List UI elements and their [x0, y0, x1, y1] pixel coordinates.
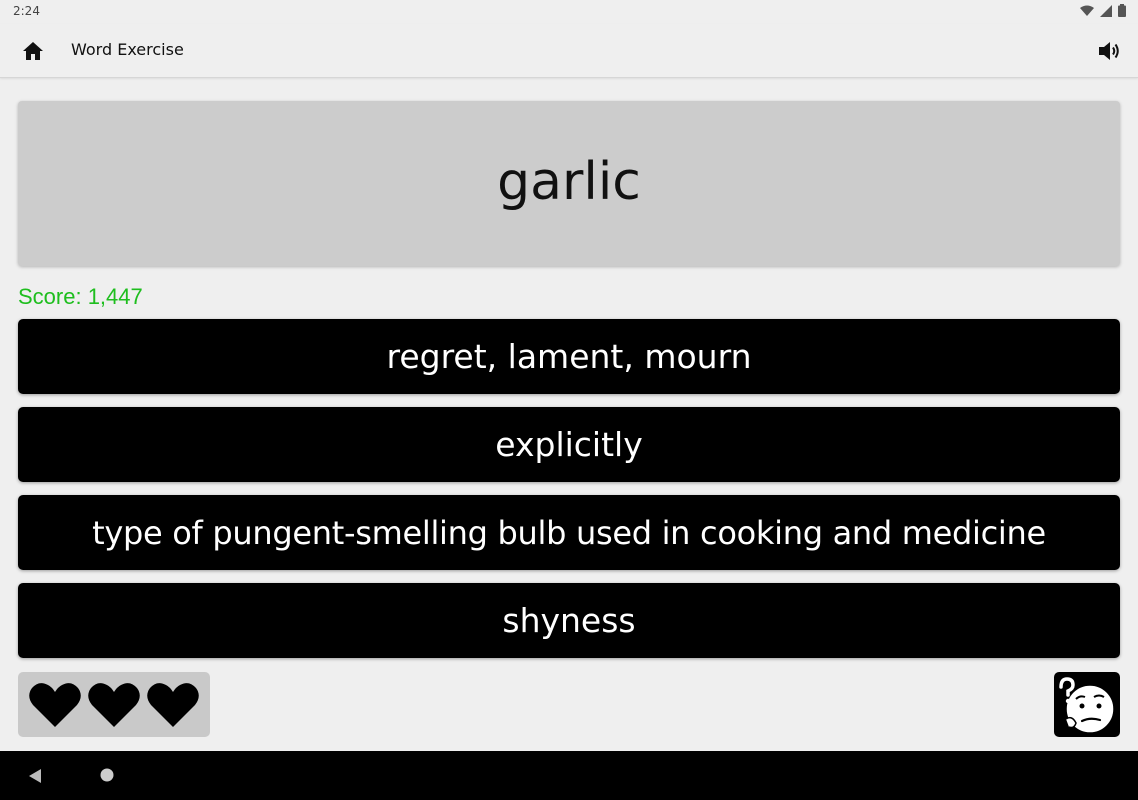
answer-button-2[interactable]: explicitly [18, 407, 1120, 482]
heart-icon [29, 682, 81, 727]
home-icon [23, 42, 43, 60]
volume-icon [1099, 42, 1119, 60]
heart-icon [88, 682, 140, 727]
hint-button[interactable] [1054, 672, 1120, 737]
answer-button-4[interactable]: shyness [18, 583, 1120, 658]
target-word: garlic [497, 151, 641, 212]
status-time: 2:24 [13, 4, 40, 18]
answer-label: explicitly [495, 425, 643, 464]
score-label: Score: 1,447 [18, 284, 143, 309]
answer-label: type of pungent-smelling bulb used in co… [92, 513, 1046, 552]
confused-face-hint-icon [1059, 676, 1115, 734]
answer-label: shyness [502, 601, 636, 640]
battery-icon [1118, 4, 1126, 17]
status-bar: 2:24 [0, 0, 1138, 24]
app-bar: Word Exercise [0, 24, 1138, 78]
answer-label: regret, lament, mourn [386, 337, 752, 376]
home-button[interactable] [18, 36, 48, 66]
app-title: Word Exercise [71, 40, 184, 59]
heart-icon [147, 682, 199, 727]
word-card: garlic [18, 101, 1120, 266]
home-circle-icon[interactable] [99, 767, 115, 783]
lives-panel [18, 672, 210, 737]
answer-button-3[interactable]: type of pungent-smelling bulb used in co… [18, 495, 1120, 570]
answer-button-1[interactable]: regret, lament, mourn [18, 319, 1120, 394]
status-icons [1080, 4, 1126, 17]
back-icon[interactable] [26, 767, 44, 785]
navigation-bar [0, 751, 1138, 800]
volume-button[interactable] [1094, 36, 1124, 66]
signal-icon [1100, 4, 1112, 17]
wifi-icon [1080, 5, 1094, 16]
